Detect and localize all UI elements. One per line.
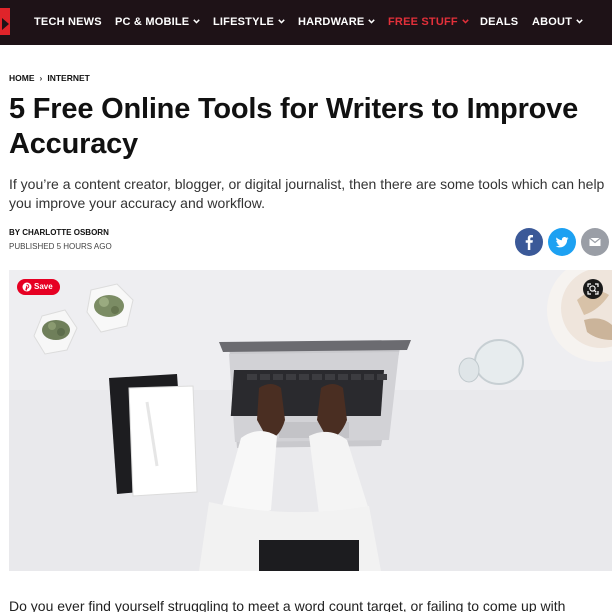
top-navigation: TECH NEWS PC & MOBILE LIFESTYLE HARDWARE… — [0, 0, 612, 45]
chevron-down-icon — [462, 19, 469, 24]
article-subtitle: If you’re a content creator, blogger, or… — [9, 176, 605, 211]
chevron-right-icon: › — [39, 73, 43, 83]
email-icon — [589, 237, 601, 246]
breadcrumb-home[interactable]: HOME — [9, 73, 35, 83]
twitter-share-button[interactable] — [548, 228, 576, 256]
nav-free-stuff[interactable]: FREE STUFF — [388, 0, 469, 45]
facebook-icon — [525, 235, 533, 250]
nav-about[interactable]: ABOUT — [532, 0, 583, 45]
pinterest-save-button[interactable]: Save — [17, 279, 60, 295]
article-body-paragraph: Do you ever find yourself struggling to … — [9, 598, 566, 612]
twitter-icon — [555, 237, 569, 248]
site-logo[interactable] — [0, 8, 10, 35]
nav-deals[interactable]: DEALS — [480, 0, 518, 45]
chevron-down-icon — [576, 19, 583, 24]
chevron-down-icon — [278, 19, 285, 24]
nav-hardware[interactable]: HARDWARE — [298, 0, 376, 45]
facebook-share-button[interactable] — [515, 228, 543, 256]
nav-lifestyle[interactable]: LIFESTYLE — [213, 0, 285, 45]
breadcrumb: HOME › INTERNET — [9, 73, 90, 83]
chevron-down-icon — [193, 19, 201, 24]
nav-tech-news[interactable]: TECH NEWS — [34, 0, 102, 45]
chevron-down-icon — [368, 19, 376, 24]
email-share-button[interactable] — [581, 228, 609, 256]
author-byline[interactable]: BY CHARLOTTE OSBORN — [9, 228, 109, 237]
nav-pc-mobile[interactable]: PC & MOBILE — [115, 0, 201, 45]
desk-laptop-illustration — [9, 270, 612, 571]
visual-search-button[interactable] — [583, 279, 603, 299]
published-time: PUBLISHED 5 HOURS AGO — [9, 242, 112, 251]
hero-image — [9, 270, 612, 571]
article-title: 5 Free Online Tools for Writers to Impro… — [9, 93, 579, 160]
breadcrumb-internet[interactable]: INTERNET — [47, 73, 90, 83]
lens-search-icon — [587, 283, 599, 295]
pinterest-icon — [22, 282, 32, 292]
